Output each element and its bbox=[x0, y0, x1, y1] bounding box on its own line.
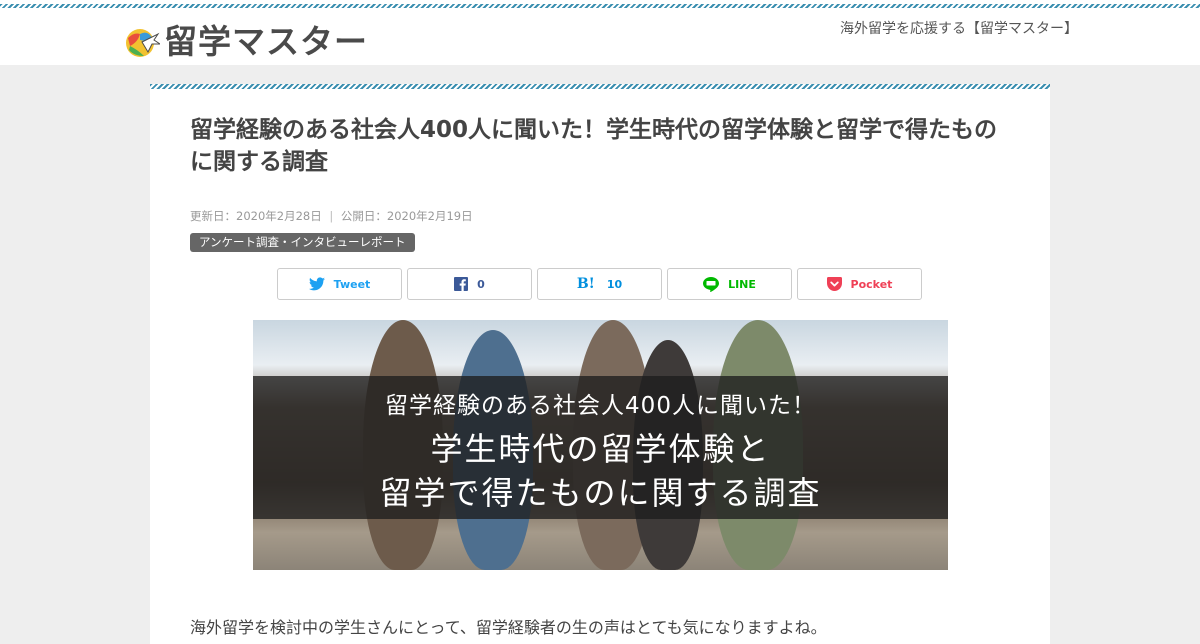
header-stripe bbox=[0, 4, 1200, 8]
twitter-label: Tweet bbox=[333, 277, 371, 291]
site-logo[interactable]: 留学マスター bbox=[124, 22, 368, 62]
meta-separator: | bbox=[329, 209, 334, 223]
line-label: LINE bbox=[728, 277, 756, 291]
share-twitter-button[interactable]: Tweet bbox=[277, 268, 402, 300]
pocket-label: Pocket bbox=[850, 277, 893, 291]
published-date: 公開日：2020年2月19日 bbox=[340, 209, 473, 223]
article-intro: 海外留学を検討中の学生さんにとって、留学経験者の生の声はとても気になりますよね。 bbox=[190, 618, 827, 637]
hero-headline-line3: 留学で得たものに関する調査 bbox=[379, 474, 822, 512]
hatena-icon: B! bbox=[576, 276, 595, 292]
globe-plane-icon bbox=[126, 29, 160, 57]
pocket-icon bbox=[826, 277, 842, 291]
share-facebook-button[interactable]: 0 bbox=[407, 268, 532, 300]
hero-headline-line2: 学生時代の留学体験と bbox=[430, 430, 771, 468]
share-buttons: Tweet 0 B! 10 LINE Pocket bbox=[277, 268, 927, 300]
hero-headline-line1: 留学経験のある社会人400人に聞いた！ bbox=[385, 393, 816, 419]
share-line-button[interactable]: LINE bbox=[667, 268, 792, 300]
article-meta: 更新日：2020年2月28日 | 公開日：2020年2月19日 bbox=[190, 208, 473, 224]
updated-date: 更新日：2020年2月28日 bbox=[190, 209, 322, 223]
facebook-count: 0 bbox=[477, 277, 485, 291]
card-stripe bbox=[150, 84, 1050, 89]
article-title: 留学経験のある社会人400人に聞いた！学生時代の留学体験と留学で得たものに関する… bbox=[190, 117, 998, 175]
hero-image: 留学経験のある社会人400人に聞いた！ 学生時代の留学体験と 留学で得たものに関… bbox=[253, 320, 948, 570]
hatena-count: 10 bbox=[606, 277, 623, 291]
article-card: 留学経験のある社会人400人に聞いた！ 学生時代の留学体験と留学で得たものに関する… bbox=[150, 84, 1050, 644]
site-header: 留学マスター 海外留学を応援する【留学マスター】 bbox=[0, 0, 1200, 65]
share-pocket-button[interactable]: Pocket bbox=[797, 268, 922, 300]
share-hatena-button[interactable]: B! 10 bbox=[537, 268, 662, 300]
logo-text: 留学マスター bbox=[164, 22, 368, 61]
site-tagline: 海外留学を応援する【留学マスター】 bbox=[840, 21, 1078, 37]
twitter-icon bbox=[308, 277, 325, 291]
facebook-icon bbox=[454, 277, 469, 291]
line-icon bbox=[703, 276, 720, 292]
category-badge[interactable]: アンケート調査・インタビューレポート bbox=[190, 233, 415, 252]
